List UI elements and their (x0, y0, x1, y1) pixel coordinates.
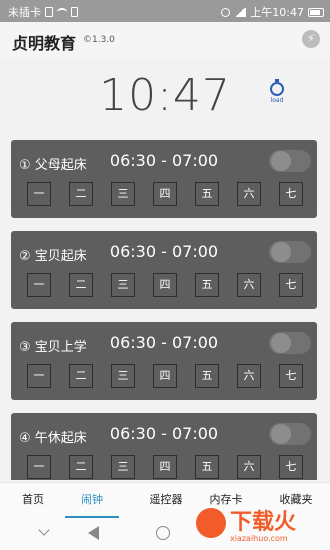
day-button-mon[interactable]: 一 (27, 182, 51, 206)
load-label: load (270, 97, 284, 104)
day-button-tue[interactable]: 二 (69, 273, 93, 297)
day-button-tue[interactable]: 二 (69, 364, 93, 388)
day-button-wed[interactable]: 三 (111, 364, 135, 388)
day-button-fri[interactable]: 五 (195, 364, 219, 388)
wifi-icon (57, 8, 67, 16)
day-button-tue[interactable]: 二 (69, 182, 93, 206)
alarm-toggle[interactable] (269, 241, 311, 263)
phone-icon (71, 7, 78, 17)
bluetooth-icon[interactable]: ⚡ (302, 30, 320, 48)
day-button-fri[interactable]: 五 (195, 182, 219, 206)
day-button-sun[interactable]: 七 (279, 364, 303, 388)
toggle-knob (271, 424, 291, 444)
day-button-tue[interactable]: 二 (69, 455, 93, 479)
chevron-down-icon (38, 524, 50, 536)
day-button-sat[interactable]: 六 (237, 455, 261, 479)
stopwatch-icon (270, 79, 284, 96)
alarm-card[interactable]: ④ 午休起床 06:30 - 07:00 一 二 三 四 五 六 七 (11, 413, 317, 480)
day-button-thu[interactable]: 四 (153, 364, 177, 388)
app-title: 贞明教育 (12, 34, 77, 53)
alarm-toggle[interactable] (269, 423, 311, 445)
day-button-mon[interactable]: 一 (27, 273, 51, 297)
flame-logo-icon (196, 508, 226, 538)
alarm-card[interactable]: ② 宝贝起床 06:30 - 07:00 一 二 三 四 五 六 七 (11, 231, 317, 309)
day-row: 一 二 三 四 五 六 七 (27, 273, 307, 297)
day-row: 一 二 三 四 五 六 七 (27, 455, 307, 479)
nav-home-button[interactable] (156, 526, 172, 542)
tab-home[interactable]: 首页 (6, 483, 60, 517)
day-button-wed[interactable]: 三 (111, 182, 135, 206)
day-button-sat[interactable]: 六 (237, 273, 261, 297)
day-button-mon[interactable]: 一 (27, 364, 51, 388)
status-left: 未插卡 (8, 4, 78, 20)
day-button-sat[interactable]: 六 (237, 182, 261, 206)
home-icon (156, 526, 170, 540)
app-header: 贞明教育 ©1.3.0 ⚡ (0, 22, 330, 58)
tab-remote[interactable]: 遥控器 (136, 483, 196, 517)
alarm-card[interactable]: ③ 宝贝上学 06:30 - 07:00 一 二 三 四 五 六 七 (11, 322, 317, 400)
load-button[interactable]: load (267, 79, 287, 108)
day-button-sat[interactable]: 六 (237, 364, 261, 388)
battery-icon (308, 7, 324, 17)
nav-back-button[interactable] (88, 526, 104, 542)
day-button-fri[interactable]: 五 (195, 273, 219, 297)
day-button-thu[interactable]: 四 (153, 182, 177, 206)
day-button-sun[interactable]: 七 (279, 455, 303, 479)
app-version: ©1.3.0 (83, 35, 115, 45)
status-bar: 未插卡 上午10:47 (0, 0, 330, 22)
day-button-fri[interactable]: 五 (195, 455, 219, 479)
day-row: 一 二 三 四 五 六 七 (27, 182, 307, 206)
nav-collapse-button[interactable] (36, 524, 52, 542)
day-button-sun[interactable]: 七 (279, 273, 303, 297)
watermark-text: 下载火 (230, 510, 297, 535)
day-button-thu[interactable]: 四 (153, 273, 177, 297)
alarm-card[interactable]: ① 父母起床 06:30 - 07:00 一 二 三 四 五 六 七 (11, 140, 317, 218)
alarm-list[interactable]: ① 父母起床 06:30 - 07:00 一 二 三 四 五 六 七 ② 宝贝起… (0, 140, 330, 480)
alarm-status-icon (221, 7, 231, 17)
watermark-url: xiazaihuo.com (230, 534, 288, 543)
alarm-toggle[interactable] (269, 150, 311, 172)
day-button-thu[interactable]: 四 (153, 455, 177, 479)
sim-icon (45, 7, 53, 17)
toggle-knob (271, 242, 291, 262)
status-right: 上午10:47 (221, 4, 324, 20)
day-button-wed[interactable]: 三 (111, 273, 135, 297)
carrier-text: 未插卡 (8, 6, 41, 19)
day-button-mon[interactable]: 一 (27, 455, 51, 479)
day-row: 一 二 三 四 五 六 七 (27, 364, 307, 388)
watermark: 下载火 xiazaihuo.com (196, 504, 326, 548)
toggle-knob (271, 151, 291, 171)
day-button-wed[interactable]: 三 (111, 455, 135, 479)
toggle-knob (271, 333, 291, 353)
day-button-sun[interactable]: 七 (279, 182, 303, 206)
signal-icon (234, 7, 247, 17)
back-icon (88, 526, 99, 540)
tab-alarm[interactable]: 闹钟 (65, 483, 119, 517)
alarm-toggle[interactable] (269, 332, 311, 354)
status-time: 上午10:47 (250, 6, 304, 19)
